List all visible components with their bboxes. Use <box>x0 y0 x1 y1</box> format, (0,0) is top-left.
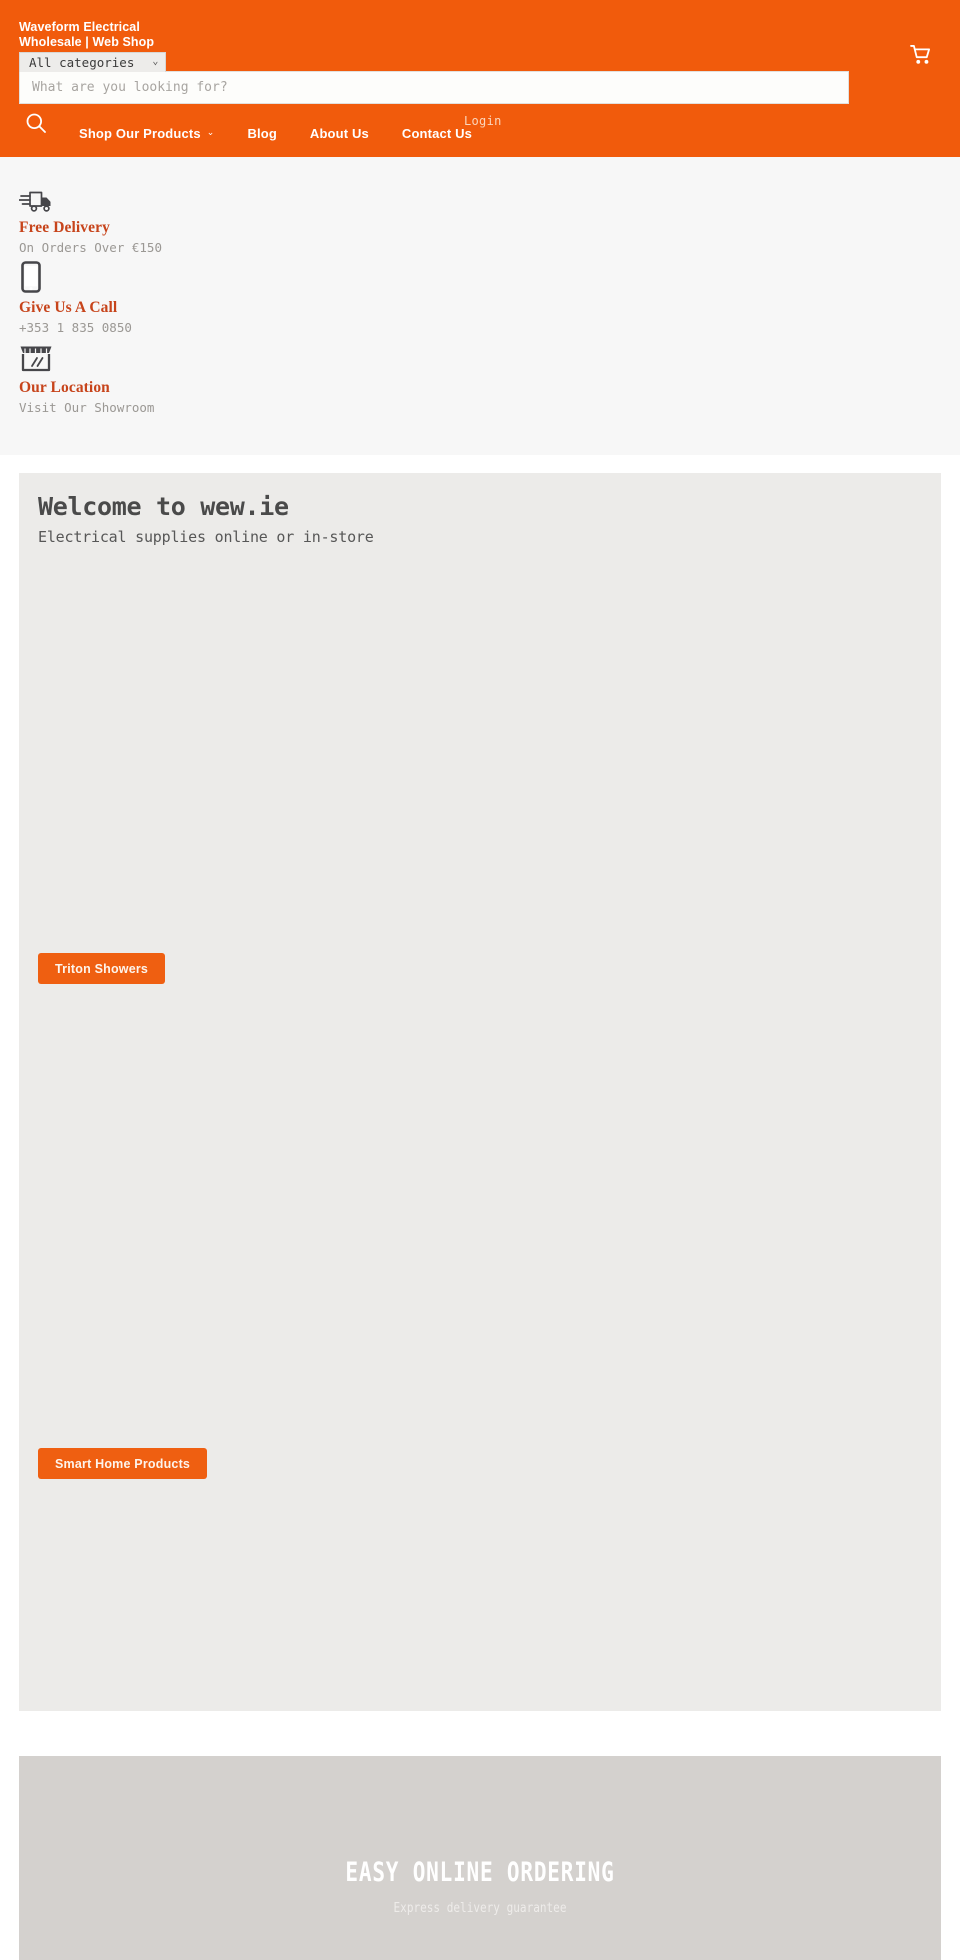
storefront-icon <box>19 339 960 373</box>
nav-item-blog[interactable]: Blog <box>247 126 276 141</box>
nav-item-label: Blog <box>247 126 277 141</box>
nav-item-label: Contact Us <box>401 126 473 141</box>
triton-showers-button[interactable]: Triton Showers <box>38 953 166 984</box>
brand-logo[interactable]: Waveform Electrical Wholesale | Web Shop <box>19 20 159 50</box>
feature-our-location: Our Location Visit Our Showroom <box>0 339 960 417</box>
nav-item-about-us[interactable]: About Us <box>310 126 369 141</box>
hero-section-wrapper: Welcome to wew.ie Electrical supplies on… <box>0 455 960 1711</box>
features-section: Free Delivery On Orders Over €150 Give U… <box>0 157 960 455</box>
search-icon <box>24 113 48 139</box>
feature-free-delivery: Free Delivery On Orders Over €150 <box>0 179 960 257</box>
page-title: Welcome to wew.ie <box>38 492 289 521</box>
brand-line-1: Waveform Electrical <box>19 20 140 34</box>
smart-home-products-button[interactable]: Smart Home Products <box>38 1448 208 1479</box>
search-submit-button[interactable] <box>24 111 48 135</box>
nav-item-contact-us[interactable]: Contact Us <box>402 126 472 141</box>
search-bar: All categories ⌄ <box>19 52 849 104</box>
shopping-cart-icon <box>910 45 932 65</box>
feature-subtitle: On Orders Over €150 <box>19 240 162 255</box>
cart-button[interactable] <box>906 40 936 70</box>
hero-subtitle: Electrical supplies online or in-store <box>38 528 374 546</box>
promo-subtitle: Express delivery guarantee <box>393 1901 567 1916</box>
feature-title: Free Delivery <box>19 219 110 236</box>
main-navigation: Shop Our Products ⌄ Blog About Us Contac… <box>79 126 472 141</box>
feature-title: Our Location <box>19 379 110 396</box>
nav-item-label: About Us <box>309 126 369 141</box>
feature-subtitle: +353 1 835 0850 <box>19 320 132 335</box>
chevron-down-icon: ⌄ <box>206 127 215 137</box>
site-header: Waveform Electrical Wholesale | Web Shop… <box>0 0 960 157</box>
delivery-truck-icon <box>19 179 960 213</box>
feature-give-us-a-call: Give Us A Call +353 1 835 0850 <box>0 259 960 337</box>
promo-title: EASY ONLINE ORDERING <box>345 1857 615 1888</box>
chevron-down-icon: ⌄ <box>152 55 159 67</box>
brand-line-2: Wholesale | Web Shop <box>19 35 155 49</box>
category-select-label: All categories <box>29 55 135 70</box>
hero-section: Welcome to wew.ie Electrical supplies on… <box>19 473 941 1711</box>
mobile-phone-icon <box>19 259 960 293</box>
nav-item-shop-our-products[interactable]: Shop Our Products ⌄ <box>79 126 214 141</box>
promo-banner[interactable]: EASY ONLINE ORDERING Express delivery gu… <box>19 1756 941 1960</box>
search-input[interactable] <box>19 71 849 104</box>
feature-subtitle: Visit Our Showroom <box>19 400 155 415</box>
promo-section-wrapper: EASY ONLINE ORDERING Express delivery gu… <box>0 1711 960 1960</box>
category-select[interactable]: All categories ⌄ <box>19 52 167 72</box>
nav-item-label: Shop Our Products <box>79 126 201 141</box>
feature-title: Give Us A Call <box>19 299 118 316</box>
